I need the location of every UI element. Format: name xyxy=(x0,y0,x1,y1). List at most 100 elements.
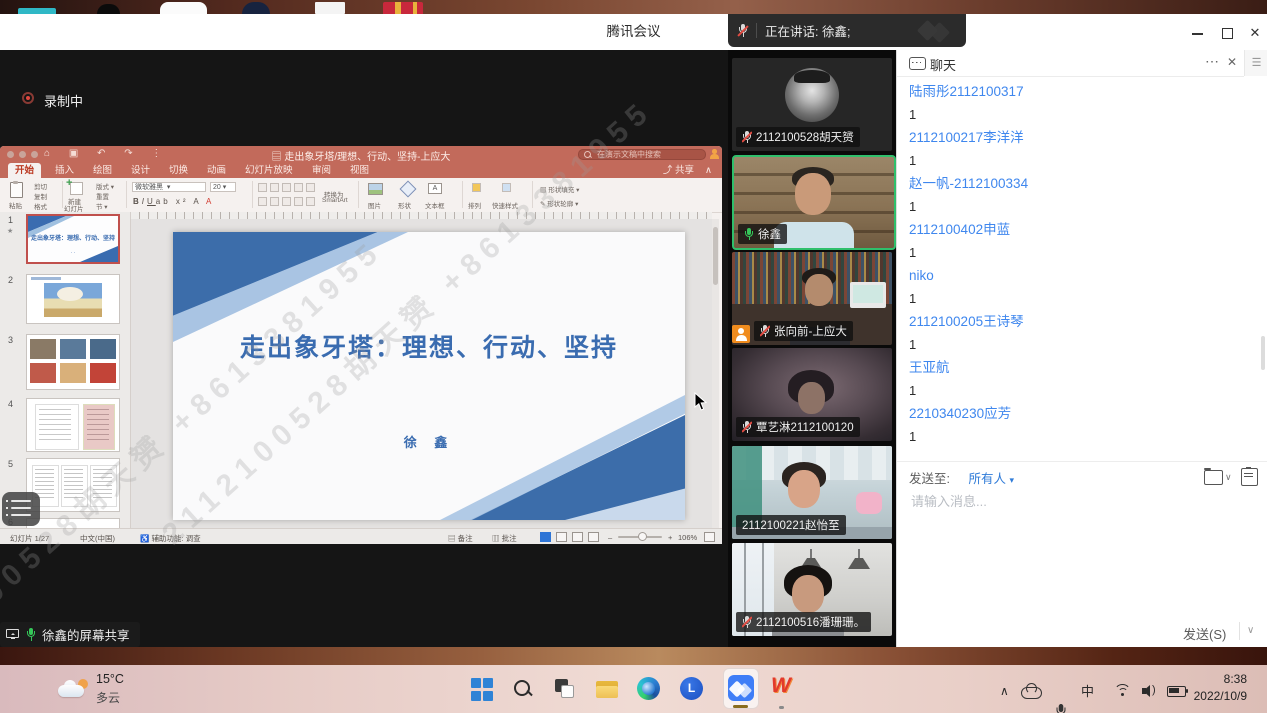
cut-button[interactable]: 剪切 xyxy=(34,181,47,191)
font-name-select[interactable]: 微软雅黑 ▾ xyxy=(132,182,206,192)
wifi-icon[interactable] xyxy=(1113,683,1131,697)
canvas-scrollbar[interactable] xyxy=(712,219,719,528)
insert-textbox-icon[interactable]: A xyxy=(428,183,442,194)
announcement-icon[interactable] xyxy=(1241,468,1258,486)
ppt-search-input[interactable] xyxy=(595,149,700,160)
tab-draw[interactable]: 绘图 xyxy=(86,163,119,178)
file-transfer-icon[interactable] xyxy=(1204,470,1223,485)
tab-review[interactable]: 审阅 xyxy=(305,163,338,178)
fit-window-button[interactable] xyxy=(704,532,715,542)
weather-temp[interactable]: 15°C xyxy=(96,672,124,686)
edge-browser-button[interactable] xyxy=(637,677,660,700)
clock-date[interactable]: 2022/10/9 xyxy=(1185,689,1247,703)
tab-slideshow[interactable]: 幻灯片放映 xyxy=(238,163,300,178)
slide-author-text[interactable]: 徐 鑫 xyxy=(173,432,685,451)
tray-expand-icon[interactable]: ∧ xyxy=(1000,684,1009,698)
layout-button[interactable]: 版式 ▾ xyxy=(96,181,114,191)
ribbon-collapse-icon[interactable]: ∧ xyxy=(705,163,712,178)
slideshow-button[interactable] xyxy=(588,532,599,542)
zoom-in-button[interactable]: + xyxy=(668,533,672,542)
send-options-chevron-icon[interactable]: ∨ xyxy=(1247,625,1254,636)
reading-view-button[interactable] xyxy=(572,532,583,542)
white-app-icon[interactable] xyxy=(160,2,207,14)
ppt-search-box[interactable] xyxy=(578,149,706,160)
taskbar-search-button[interactable] xyxy=(511,677,535,701)
picture-label[interactable]: 图片 xyxy=(368,200,381,210)
slide-1-thumbnail[interactable]: 走出象牙塔：理想、行动、坚持 · · xyxy=(26,214,120,264)
ppt-share-button[interactable]: ⤴ 共享 xyxy=(663,163,694,178)
wps-office-button[interactable]: W xyxy=(771,674,791,698)
chat-message-list[interactable]: 陆雨彤2112100317 1 2112100217李洋洋 1 赵一帆-2112… xyxy=(909,80,1249,448)
numbering-button[interactable] xyxy=(270,183,279,192)
weather-icon[interactable] xyxy=(58,679,90,699)
document-icon[interactable] xyxy=(315,2,345,14)
chat-scrollbar[interactable] xyxy=(1261,336,1265,370)
slide-2-thumbnail[interactable] xyxy=(26,274,120,324)
chat-more-button[interactable]: ⋯ xyxy=(1205,53,1219,70)
font-style-buttons[interactable]: BIUab x² A A xyxy=(133,197,214,206)
slide-sorter-button[interactable] xyxy=(556,532,567,542)
lenovo-app-button[interactable]: L xyxy=(680,677,703,700)
language-indicator[interactable]: 中文(中国) xyxy=(80,533,115,544)
video-tile-4[interactable]: 覃艺淋2112100120 xyxy=(732,348,892,441)
new-slide-icon[interactable] xyxy=(70,182,83,195)
accessibility-indicator[interactable]: ♿ 辅助功能: 调查 xyxy=(140,533,201,544)
quick-styles-label[interactable]: 快速样式 xyxy=(492,200,518,210)
video-tile-3[interactable]: 张向前-上应大 xyxy=(732,252,892,345)
slide-editor[interactable]: 走出象牙塔：理想、行动、坚持 徐 鑫 xyxy=(173,232,685,520)
shape-fill-button[interactable]: ▨ 形状填充 ▾ xyxy=(540,184,579,194)
start-button[interactable] xyxy=(470,677,496,703)
minimize-button[interactable] xyxy=(1186,24,1208,42)
slide-5-thumbnail[interactable] xyxy=(26,458,120,512)
justify-button[interactable] xyxy=(294,197,303,206)
shape-outline-button[interactable]: ✎ 形状轮廓 ▾ xyxy=(540,198,578,208)
tab-animations[interactable]: 动画 xyxy=(200,163,233,178)
dark-app-icon[interactable] xyxy=(242,2,270,14)
weather-condition[interactable]: 多云 xyxy=(96,689,120,706)
audience-selector[interactable]: 所有人 ▾ xyxy=(968,472,1014,486)
file-chevron-icon[interactable]: ∨ xyxy=(1225,472,1232,483)
align-left-button[interactable] xyxy=(258,197,267,206)
close-button[interactable]: ✕ xyxy=(1244,24,1266,42)
slide-4-thumbnail[interactable] xyxy=(26,398,120,452)
copy-button[interactable]: 复制 xyxy=(34,191,47,201)
align-center-button[interactable] xyxy=(270,197,279,206)
notes-button[interactable]: ▤ 备注 xyxy=(448,533,473,544)
task-view-button[interactable] xyxy=(553,677,577,701)
font-size-select[interactable]: 20 ▾ xyxy=(210,182,236,192)
quick-styles-icon[interactable] xyxy=(502,183,511,192)
normal-view-button[interactable] xyxy=(540,532,551,542)
textbox-label[interactable]: 文本框 xyxy=(425,200,445,210)
indent-button[interactable] xyxy=(282,183,291,192)
paste-icon[interactable] xyxy=(10,182,23,198)
annotation-toolbar-button[interactable] xyxy=(2,492,40,526)
winrar-icon[interactable] xyxy=(383,2,423,14)
columns-button[interactable] xyxy=(306,183,315,192)
comments-button[interactable]: ▥ 批注 xyxy=(492,533,517,544)
text-direction-button[interactable] xyxy=(306,197,315,206)
video-tile-2-speaking[interactable]: 徐鑫 xyxy=(732,155,896,250)
slide-3-thumbnail[interactable] xyxy=(26,334,120,390)
spacing-button[interactable] xyxy=(294,183,303,192)
arrange-label[interactable]: 排列 xyxy=(468,200,481,210)
paste-label[interactable]: 粘贴 xyxy=(9,200,22,210)
zoom-level[interactable]: 106% xyxy=(678,533,697,542)
qq-penguin-icon[interactable] xyxy=(97,4,120,14)
video-tile-6[interactable]: 2112100516潘珊珊。 xyxy=(732,543,892,636)
volume-icon[interactable]: ) xyxy=(1142,684,1160,698)
zoom-out-button[interactable]: – xyxy=(608,533,612,542)
zoom-slider-knob[interactable] xyxy=(638,532,647,541)
chat-menu-button[interactable]: ☰ xyxy=(1244,50,1267,76)
file-explorer-button[interactable] xyxy=(595,677,619,701)
section-button[interactable]: 节 ▾ xyxy=(96,201,108,211)
tab-view[interactable]: 视图 xyxy=(343,163,376,178)
smartart-label2[interactable]: SmartArt xyxy=(322,197,348,204)
slide-6-thumbnail[interactable] xyxy=(26,518,120,528)
clock-time[interactable]: 8:38 xyxy=(1185,672,1247,686)
format-painter-button[interactable]: 格式 xyxy=(34,201,47,211)
account-icon[interactable] xyxy=(709,149,719,160)
send-button[interactable]: 发送(S) xyxy=(1183,624,1226,643)
align-right-button[interactable] xyxy=(282,197,291,206)
ime-indicator[interactable]: 中 xyxy=(1081,681,1094,700)
maximize-button[interactable] xyxy=(1216,24,1238,42)
